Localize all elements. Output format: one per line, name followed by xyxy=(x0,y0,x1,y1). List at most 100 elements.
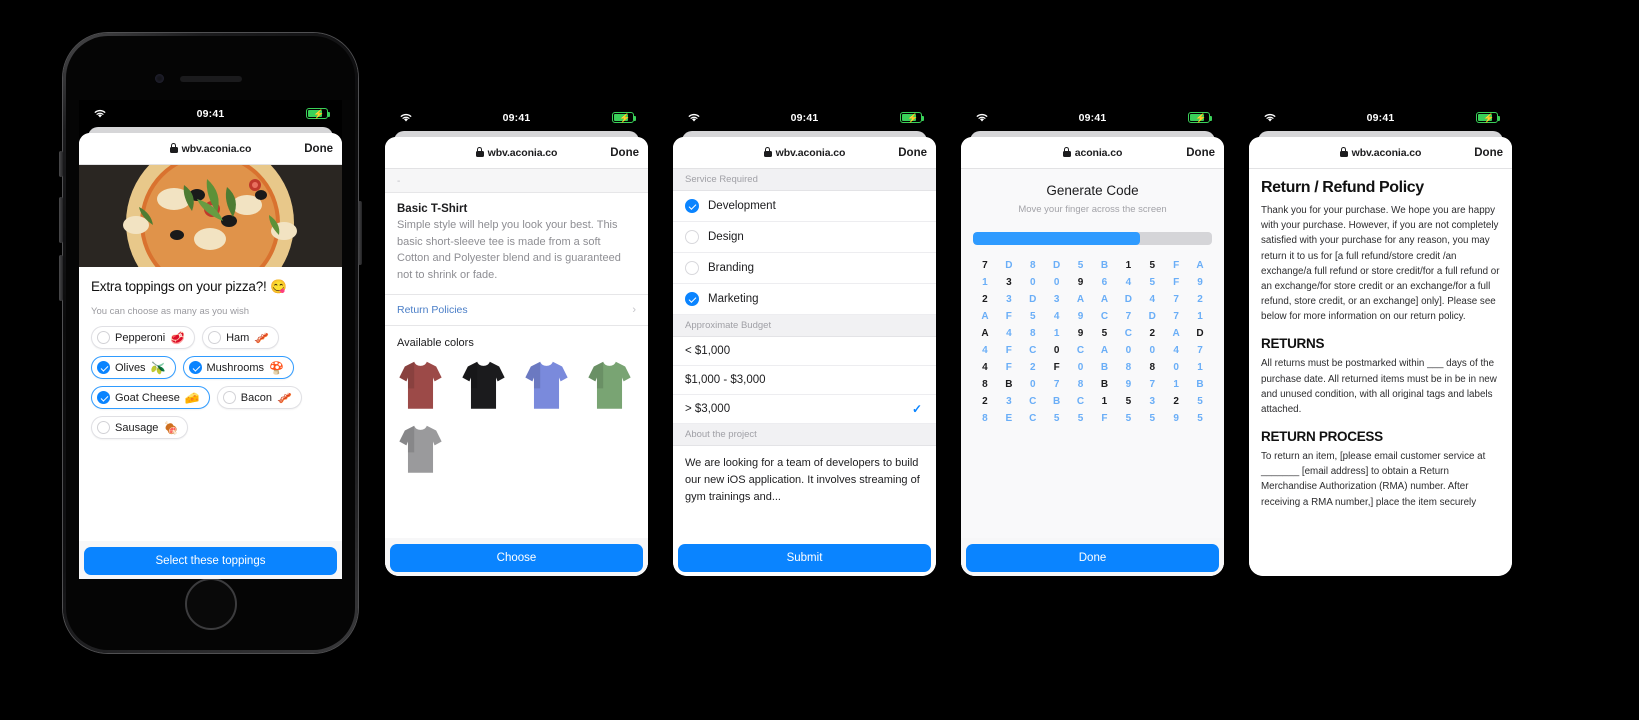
section-header-about: About the project xyxy=(673,424,936,446)
select-toppings-button[interactable]: Select these toppings xyxy=(84,547,337,575)
generate-code-subtitle: Move your finger across the screen xyxy=(1018,204,1167,215)
topping-label: Sausage xyxy=(115,421,159,434)
home-button[interactable] xyxy=(184,578,237,630)
done-button[interactable]: Done xyxy=(1186,147,1215,159)
done-cta-button[interactable]: Done xyxy=(966,544,1219,572)
screen-generate-code: 09:41 ⚡ aconia.co Done Generate Code Mov… xyxy=(961,104,1224,576)
url-label: wbv.aconia.co xyxy=(475,146,557,159)
code-cell: 2 xyxy=(1149,328,1156,339)
status-bar-time: 09:41 xyxy=(790,111,819,124)
code-cell: 0 xyxy=(1053,277,1060,288)
budget-option[interactable]: $1,000 - $3,000 xyxy=(673,366,936,395)
radio-empty-icon xyxy=(97,421,110,434)
service-option[interactable]: Marketing xyxy=(673,284,936,315)
url-label: wbv.aconia.co xyxy=(169,142,251,155)
lock-icon xyxy=(169,142,178,153)
topping-emoji-icon: 🥓 xyxy=(276,390,292,405)
code-cell: A xyxy=(1100,294,1109,305)
code-cell: C xyxy=(1029,345,1037,356)
code-cell: 2 xyxy=(1197,294,1203,305)
tshirt-swatch-sage-green[interactable] xyxy=(586,357,633,412)
topping-chip[interactable]: Pepperoni 🥩 xyxy=(91,326,196,349)
budget-option[interactable]: < $1,000 xyxy=(673,337,936,366)
code-cell: F xyxy=(1005,345,1012,356)
topping-chip[interactable]: Bacon 🥓 xyxy=(216,386,302,409)
tshirt-swatch-heather-grey[interactable] xyxy=(397,421,444,476)
service-option[interactable]: Design xyxy=(673,222,936,253)
done-button[interactable]: Done xyxy=(1474,147,1503,159)
code-cell: 3 xyxy=(1006,294,1012,305)
code-cell: D xyxy=(1053,260,1061,271)
code-cell: B xyxy=(1196,379,1204,390)
lock-icon xyxy=(475,146,484,157)
checkmark-icon xyxy=(188,361,202,374)
code-cell: 3 xyxy=(1006,277,1012,288)
code-cell: 2 xyxy=(982,396,988,407)
tshirt-swatch-periwinkle-blue[interactable] xyxy=(523,357,570,412)
page-content: Service Required Development Design Brandi… xyxy=(673,169,936,576)
topping-chip[interactable]: Sausage 🍖 xyxy=(91,416,189,439)
code-cell: 9 xyxy=(1197,277,1203,288)
mute-switch[interactable] xyxy=(59,151,63,177)
tshirt-swatch-black[interactable] xyxy=(460,357,507,412)
done-button[interactable]: Done xyxy=(304,143,333,155)
service-option-label: Branding xyxy=(708,262,755,274)
section-header-budget: Approximate Budget xyxy=(673,315,936,337)
topping-chip[interactable]: Mushrooms 🍄 xyxy=(182,356,294,379)
safari-sheet-card: aconia.co Done Generate Code Move your f… xyxy=(961,137,1224,576)
power-button[interactable] xyxy=(358,201,362,265)
submit-button[interactable]: Submit xyxy=(678,544,931,572)
done-button[interactable]: Done xyxy=(898,147,927,159)
code-cell: 9 xyxy=(1173,413,1179,424)
product-title: Basic T-Shirt xyxy=(397,203,468,215)
return-policies-label: Return Policies xyxy=(397,304,468,316)
code-cell: 4 xyxy=(1149,294,1156,305)
code-cell: B xyxy=(1100,260,1109,271)
safari-sheet-card: wbv.aconia.co Done Extra toppings on you… xyxy=(79,133,342,579)
volume-down-button[interactable] xyxy=(59,255,63,301)
volume-up-button[interactable] xyxy=(59,197,63,243)
code-cell: 5 xyxy=(1053,413,1060,424)
about-project-textarea[interactable]: We are looking for a team of developers … xyxy=(673,446,936,516)
topping-label: Pepperoni xyxy=(115,331,166,344)
pizza-hero-image xyxy=(79,165,342,267)
topping-emoji-icon: 🍄 xyxy=(268,360,284,375)
code-cell: A xyxy=(1100,345,1109,356)
code-cell: 3 xyxy=(1149,396,1156,407)
topping-emoji-icon: 🥓 xyxy=(254,330,270,345)
radio-empty-icon xyxy=(97,331,110,344)
page-top-spacer xyxy=(385,169,648,193)
radio-empty-icon xyxy=(685,261,699,275)
return-process-body: To return an item, [please email custome… xyxy=(1261,451,1486,508)
policy-title: Return / Refund Policy xyxy=(1261,179,1424,196)
code-cell: B xyxy=(1100,379,1109,390)
budget-option[interactable]: > $3,000 ✓ xyxy=(673,395,936,424)
status-bar-time: 09:41 xyxy=(502,111,531,124)
code-cell: 0 xyxy=(1149,345,1156,356)
topping-chip[interactable]: Goat Cheese 🧀 xyxy=(91,386,210,409)
service-option[interactable]: Development xyxy=(673,191,936,222)
tshirt-swatch-brick-red[interactable] xyxy=(397,357,444,412)
checkmark-icon xyxy=(97,361,110,374)
toppings-form: Extra toppings on your pizza?! 😋 You can… xyxy=(79,267,342,439)
topping-chip[interactable]: Olives 🫒 xyxy=(91,356,176,379)
service-option[interactable]: Branding xyxy=(673,253,936,284)
budget-option-label: $1,000 - $3,000 xyxy=(685,374,766,386)
return-policies-link[interactable]: Return Policies › xyxy=(385,294,648,326)
product-info: Basic T-Shirt Simple style will help you… xyxy=(385,193,648,294)
status-bar: 09:41 ⚡ xyxy=(385,104,648,131)
code-cell: 9 xyxy=(1077,328,1084,339)
code-cell: 7 xyxy=(1173,294,1179,305)
code-cell: 3 xyxy=(1053,294,1060,305)
topping-emoji-icon: 🥩 xyxy=(170,330,186,345)
topping-chip[interactable]: Ham 🥓 xyxy=(202,326,280,349)
lock-icon xyxy=(1062,146,1071,157)
code-cell: 5 xyxy=(1077,413,1084,424)
code-cell: 1 xyxy=(1197,311,1203,322)
code-cell: 7 xyxy=(1125,311,1132,322)
code-cell: A xyxy=(981,328,989,339)
choose-button[interactable]: Choose xyxy=(390,544,643,572)
code-cell: 2 xyxy=(1173,396,1179,407)
done-button[interactable]: Done xyxy=(610,147,639,159)
code-cell: D xyxy=(1148,311,1156,322)
